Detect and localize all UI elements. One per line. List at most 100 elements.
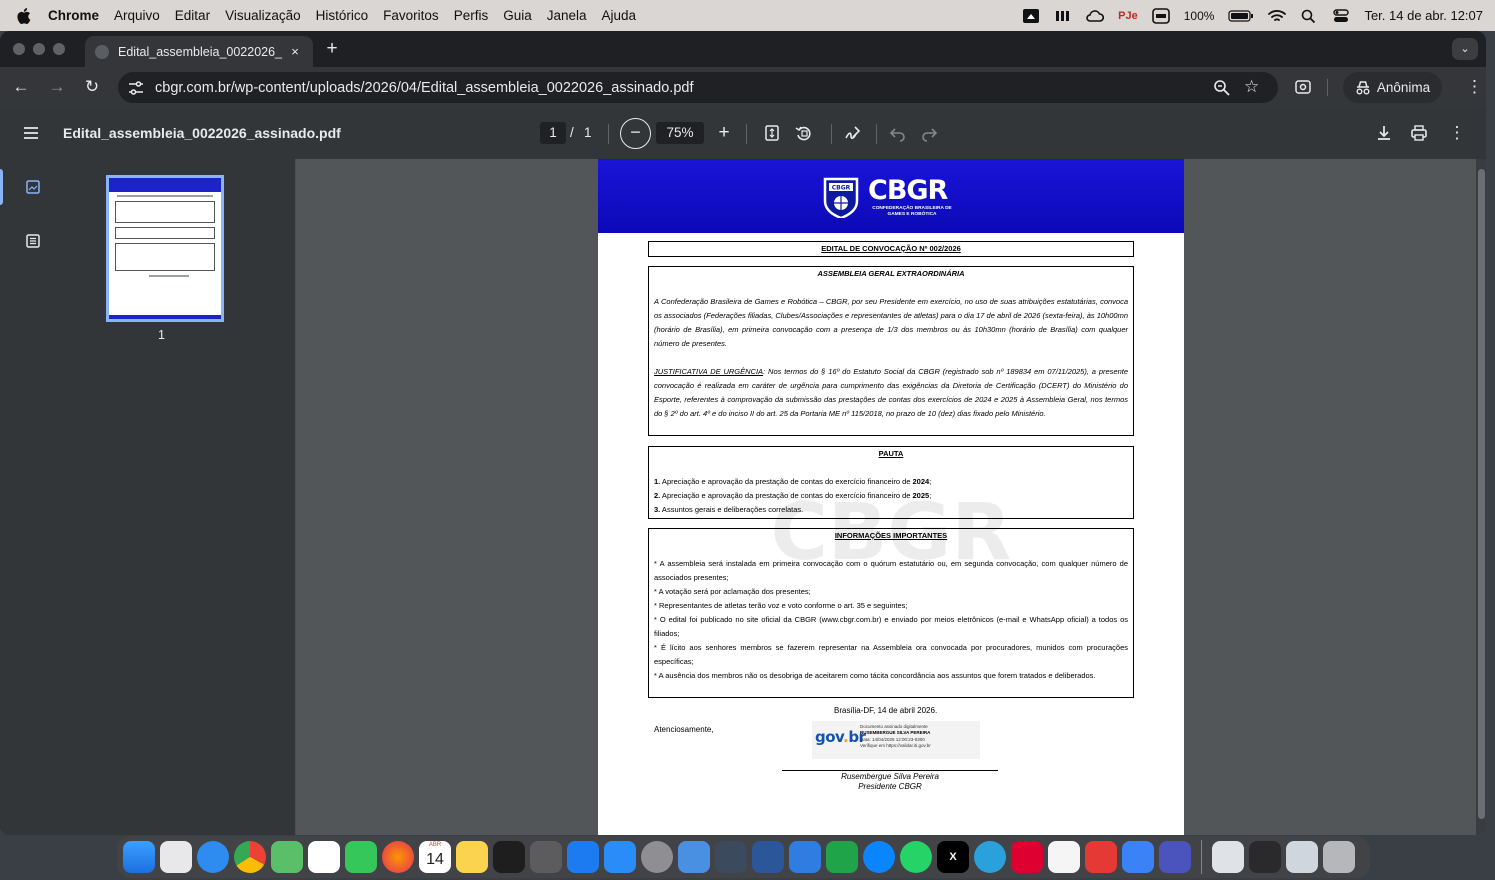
cloud-icon[interactable] — [789, 841, 821, 873]
telegram-icon[interactable] — [974, 841, 1006, 873]
angular-icon[interactable] — [1011, 841, 1043, 873]
thumbnail-footer — [109, 315, 221, 319]
site-info-icon[interactable] — [128, 80, 144, 96]
outline-icon[interactable] — [25, 233, 41, 249]
menu-guia[interactable]: Guia — [503, 8, 532, 23]
screen-share-icon[interactable] — [1022, 8, 1040, 24]
trash-icon[interactable] — [1323, 841, 1355, 873]
window-minimize-button[interactable] — [33, 43, 45, 55]
fit-page-icon[interactable] — [763, 124, 781, 142]
messenger-icon[interactable] — [863, 841, 895, 873]
sidebar-menu-icon[interactable] — [22, 124, 40, 142]
photos-icon[interactable] — [308, 841, 340, 873]
page-number-input[interactable]: 1 — [540, 122, 566, 144]
whatsapp-icon[interactable] — [900, 841, 932, 873]
recent-window-icon[interactable] — [1286, 841, 1318, 873]
vpn-icon[interactable] — [826, 841, 858, 873]
reload-icon[interactable]: ↻ — [80, 75, 104, 99]
lens-icon[interactable] — [1294, 78, 1312, 96]
window-zoom-button[interactable] — [53, 43, 65, 55]
govbr-signature-stamp: gov.br Documento assinado digitalmente R… — [812, 721, 980, 759]
battery-icon[interactable] — [1228, 8, 1254, 24]
url-text[interactable]: cbgr.com.br/wp-content/uploads/2026/04/E… — [155, 80, 693, 96]
scrollbar-track[interactable] — [1476, 159, 1486, 835]
chrome-menu-icon[interactable]: ⋮ — [1466, 78, 1483, 96]
pdf-divider — [876, 124, 877, 144]
pje-icon[interactable] — [1048, 841, 1080, 873]
wifi-icon[interactable] — [1268, 8, 1287, 24]
zoom-in-button[interactable]: + — [713, 122, 735, 144]
menu-historico[interactable]: Histórico — [316, 8, 369, 23]
apple-icon[interactable] — [17, 7, 31, 24]
print-icon[interactable] — [1410, 124, 1428, 142]
pdf-icon[interactable] — [1085, 841, 1117, 873]
teams-icon[interactable] — [1159, 841, 1191, 873]
page-thumbnail[interactable] — [106, 175, 224, 322]
download-icon[interactable] — [1375, 124, 1393, 142]
keynote-icon[interactable] — [567, 841, 599, 873]
menu-app-name[interactable]: Chrome — [48, 8, 99, 23]
menu-editar[interactable]: Editar — [175, 8, 210, 23]
calendar-icon[interactable]: ABR 14 — [419, 841, 451, 873]
pdf-divider — [831, 124, 832, 144]
migration-icon[interactable] — [715, 841, 747, 873]
undo-icon[interactable] — [889, 124, 907, 142]
incognito-badge[interactable]: Anônima — [1343, 72, 1442, 103]
recent-window-icon[interactable] — [1249, 841, 1281, 873]
tab-title: Edital_assembleia_0022026_ — [118, 44, 283, 59]
menu-perfis[interactable]: Perfis — [454, 8, 489, 23]
pdf-tray-icon[interactable] — [1151, 7, 1170, 24]
menu-visualizacao[interactable]: Visualização — [225, 8, 301, 23]
chrome-icon[interactable] — [234, 841, 266, 873]
calculator-icon[interactable] — [530, 841, 562, 873]
menu-arquivo[interactable]: Arquivo — [114, 8, 160, 23]
launchpad-icon[interactable] — [160, 841, 192, 873]
rotate-icon[interactable] — [795, 124, 813, 142]
signer-name: Rusembergue Silva Pereira — [841, 772, 939, 781]
incognito-icon — [1356, 80, 1370, 94]
safari-icon[interactable] — [197, 841, 229, 873]
zoom-magnifier-icon[interactable] — [1213, 79, 1230, 96]
address-bar[interactable]: cbgr.com.br/wp-content/uploads/2026/04/E… — [118, 72, 1278, 103]
scrollbar-thumb[interactable] — [1478, 169, 1485, 819]
bookmark-star-icon[interactable]: ☆ — [1244, 78, 1262, 96]
pje-menubar-icon[interactable]: PJe — [1118, 8, 1138, 24]
redo-icon[interactable] — [920, 124, 938, 142]
control-center-icon[interactable] — [1332, 8, 1350, 24]
tab-active[interactable]: Edital_assembleia_0022026_ × — [85, 36, 313, 67]
stocks-icon[interactable] — [493, 841, 525, 873]
drive-icon[interactable] — [1122, 841, 1154, 873]
annotate-pen-icon[interactable] — [844, 124, 862, 142]
spotlight-search-icon[interactable] — [1300, 8, 1318, 24]
menu-ajuda[interactable]: Ajuda — [602, 8, 637, 23]
zoom-out-button[interactable]: − — [620, 118, 651, 149]
menu-favoritos[interactable]: Favoritos — [383, 8, 439, 23]
back-arrow-icon[interactable]: ← — [9, 75, 33, 99]
word-icon[interactable] — [752, 841, 784, 873]
pdf-more-icon[interactable]: ⋮ — [1448, 124, 1466, 142]
cloud-sync-icon[interactable] — [1086, 8, 1105, 24]
tab-close-icon[interactable]: × — [287, 44, 303, 60]
tab-search-chevron-icon[interactable]: ⌄ — [1452, 38, 1478, 60]
menubar-clock[interactable]: Ter. 14 de abr. 12:07 — [1364, 8, 1483, 23]
pdf-viewer[interactable]: CBGR CBGR CONFEDERAÇÃO BRASILEIRA DE GAM… — [296, 159, 1486, 835]
new-tab-button[interactable]: + — [322, 39, 342, 60]
system-settings-icon[interactable] — [641, 841, 673, 873]
window-close-button[interactable] — [13, 43, 25, 55]
antenna-icon[interactable] — [1054, 8, 1072, 24]
firefox-icon[interactable] — [382, 841, 414, 873]
info-item: * Representantes de atletas terão voz e … — [654, 601, 908, 610]
zoom-level-input[interactable]: 75% — [656, 122, 704, 144]
preview-icon[interactable] — [678, 841, 710, 873]
app-store-icon[interactable] — [604, 841, 636, 873]
incognito-label: Anônima — [1376, 80, 1431, 95]
menu-janela[interactable]: Janela — [547, 8, 587, 23]
x-icon[interactable]: X — [937, 841, 969, 873]
forward-arrow-icon[interactable]: → — [45, 75, 69, 99]
thumbnails-icon[interactable] — [25, 179, 41, 195]
finder-icon[interactable] — [123, 841, 155, 873]
maps-icon[interactable] — [271, 841, 303, 873]
recent-window-icon[interactable] — [1212, 841, 1244, 873]
facetime-icon[interactable] — [345, 841, 377, 873]
notes-icon[interactable] — [456, 841, 488, 873]
